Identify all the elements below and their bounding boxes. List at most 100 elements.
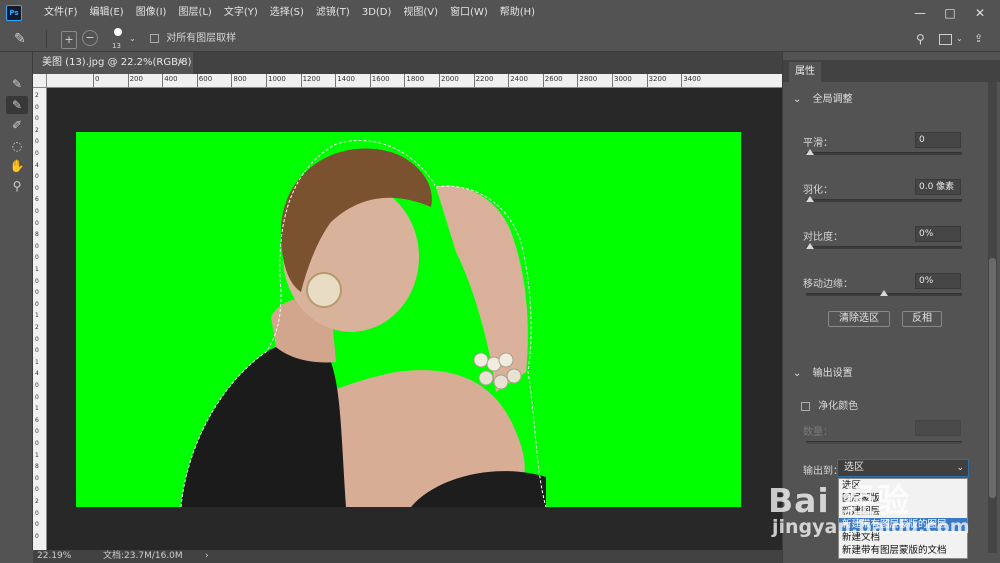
photoshop-logo-icon: Ps xyxy=(6,5,22,21)
close-button[interactable]: ✕ xyxy=(966,0,994,26)
ruler-tick xyxy=(335,74,337,87)
panel-scrollbar-thumb[interactable] xyxy=(989,258,996,498)
menu-item[interactable]: 窗口(W) xyxy=(444,0,494,26)
checkbox-icon[interactable] xyxy=(801,401,810,411)
chevron-down-icon[interactable]: ⌄ xyxy=(956,30,963,48)
invert-button[interactable]: 反相 xyxy=(902,311,942,327)
smooth-input[interactable]: 0 xyxy=(915,132,961,148)
ruler-label: 0 xyxy=(35,254,39,262)
menu-item[interactable]: 3D(D) xyxy=(356,0,398,26)
ruler-label: 2200 xyxy=(475,75,494,83)
menu-item[interactable]: 文字(Y) xyxy=(218,0,264,26)
ruler-label: 0 xyxy=(35,347,39,355)
shift-edge-slider[interactable] xyxy=(806,290,962,296)
ruler-label: 1 xyxy=(35,358,39,366)
decontaminate-colors-checkbox[interactable]: 净化颜色 xyxy=(801,397,858,412)
contrast-slider-thumb[interactable] xyxy=(806,243,814,249)
menu-item[interactable]: 编辑(E) xyxy=(84,0,130,26)
smooth-slider-thumb[interactable] xyxy=(806,149,814,155)
add-to-selection-icon[interactable]: + xyxy=(61,31,77,49)
output-to-select[interactable]: 选区 ⌄ xyxy=(837,459,969,477)
menu-item[interactable]: 文件(F) xyxy=(38,0,84,26)
chevron-down-icon[interactable]: ⌄ xyxy=(793,94,801,105)
sample-all-layers-checkbox[interactable]: 对所有图层取样 xyxy=(150,30,236,48)
dropdown-option[interactable]: 新建图层 xyxy=(839,505,967,518)
chevron-down-icon[interactable]: ⌄ xyxy=(956,460,964,476)
zoom-tool-icon[interactable]: ⚲ xyxy=(6,177,28,195)
dropdown-option[interactable]: 新建文档 xyxy=(839,531,967,544)
divider xyxy=(46,30,47,48)
ruler-tick xyxy=(612,74,613,87)
minimize-button[interactable]: — xyxy=(906,0,934,26)
dropdown-option[interactable]: 选区 xyxy=(839,479,967,492)
feather-slider-thumb[interactable] xyxy=(806,196,814,202)
ruler-tick xyxy=(266,74,267,87)
menu-item[interactable]: 滤镜(T) xyxy=(310,0,356,26)
menu-item[interactable]: 选择(S) xyxy=(264,0,310,26)
ruler-label: 2000 xyxy=(441,75,459,83)
tab-properties[interactable]: 属性 xyxy=(789,62,821,82)
dropdown-option[interactable]: 新建带有图层蒙版的图层 xyxy=(839,518,967,531)
subtract-from-selection-icon[interactable]: − xyxy=(82,30,98,46)
share-icon[interactable]: ⇪ xyxy=(974,30,983,48)
zoom-level[interactable]: 22.19% xyxy=(37,550,71,563)
sample-all-layers-label: 对所有图层取样 xyxy=(166,33,237,44)
subject-photo xyxy=(180,140,547,507)
dropdown-option[interactable]: 图层蒙版 xyxy=(839,492,967,505)
options-bar: ✎ + − 13 ⌄ 对所有图层取样 ⚲ ⌄ ⇪ xyxy=(0,26,1000,52)
maximize-button[interactable]: □ xyxy=(936,0,964,26)
quick-selection-tool-icon[interactable]: ✎ xyxy=(6,75,28,93)
ruler-label: 1 xyxy=(35,405,39,413)
checkbox-icon[interactable] xyxy=(150,33,159,43)
amount-label: 数量： xyxy=(803,427,833,438)
status-menu-arrow-icon[interactable]: › xyxy=(205,550,209,563)
menu-item[interactable]: 帮助(H) xyxy=(494,0,541,26)
ruler-tick xyxy=(473,74,475,87)
image-canvas[interactable] xyxy=(76,132,741,507)
ruler-label: 0 xyxy=(35,242,39,250)
contrast-input[interactable]: 0% xyxy=(915,226,961,242)
feather-input[interactable]: 0.0 像素 xyxy=(915,179,961,195)
refine-edge-brush-icon[interactable]: ✎ xyxy=(6,96,28,114)
ruler-label: 0 xyxy=(35,115,39,123)
status-bar: 22.19% 文档:23.7M/16.0M › xyxy=(33,550,782,563)
ruler-label: 0 xyxy=(35,521,39,529)
chevron-down-icon[interactable]: ⌄ xyxy=(793,368,801,379)
global-adjust-section[interactable]: ⌄ 全局调整 xyxy=(793,90,853,105)
menu-item[interactable]: 视图(V) xyxy=(397,0,444,26)
ruler-tick xyxy=(231,74,233,87)
document-size-info: 文档:23.7M/16.0M xyxy=(103,551,183,561)
tool-preset-brush-icon[interactable]: ✎ xyxy=(14,30,26,48)
global-adjust-label: 全局调整 xyxy=(812,94,853,105)
search-icon[interactable]: ⚲ xyxy=(916,30,925,48)
chevron-down-icon[interactable]: ⌄ xyxy=(129,30,136,48)
ruler-label: 400 xyxy=(164,75,178,83)
smooth-slider[interactable] xyxy=(806,149,962,155)
lasso-tool-icon[interactable]: ◌ xyxy=(6,137,28,155)
workspace-icon[interactable] xyxy=(939,34,952,45)
shift-edge-slider-thumb[interactable] xyxy=(880,290,888,296)
brush-size-picker[interactable]: 13 xyxy=(110,26,126,52)
ruler-label: 1 xyxy=(35,266,39,273)
close-tab-icon[interactable]: × xyxy=(177,52,185,74)
ruler-label: 8 xyxy=(35,231,39,239)
ruler-label: 0 xyxy=(35,184,39,192)
ruler-label: 2 xyxy=(35,498,39,505)
vertical-ruler[interactable]: 2 0 0 2 0 0 4 0 0 6 0 0 8 0 0 1 0 0 0 1 2 0 0 1 4 0 0 1 6 0 0 1 8 0 0 2 0 0 0 xyxy=(33,88,47,550)
contrast-slider[interactable] xyxy=(806,243,962,249)
output-settings-section[interactable]: ⌄ 输出设置 xyxy=(793,364,853,379)
clear-selection-button[interactable]: 清除选区 xyxy=(828,311,890,327)
brush-dot-icon xyxy=(114,28,122,36)
document-tab[interactable]: 美图 (13).jpg @ 22.2%(RGB/8) × xyxy=(33,52,193,74)
shift-edge-input[interactable]: 0% xyxy=(915,273,961,289)
hand-tool-icon[interactable]: ✋ xyxy=(6,157,28,175)
feather-slider[interactable] xyxy=(806,196,962,202)
menu-item[interactable]: 图像(I) xyxy=(130,0,173,26)
brush-tool-icon[interactable]: ✐ xyxy=(6,116,28,134)
panel-scrollbar[interactable] xyxy=(988,82,997,553)
dropdown-option[interactable]: 新建带有图层蒙版的文档 xyxy=(839,544,967,557)
shift-edge-label: 移动边缘： xyxy=(803,279,853,290)
horizontal-ruler[interactable]: 0 200 400 600 800 1000 1200 1400 1600 1800 2000 220… xyxy=(47,74,782,88)
toolbar: ✎ ✎ ✐ ◌ ✋ ⚲ xyxy=(0,52,33,550)
menu-item[interactable]: 图层(L) xyxy=(172,0,217,26)
